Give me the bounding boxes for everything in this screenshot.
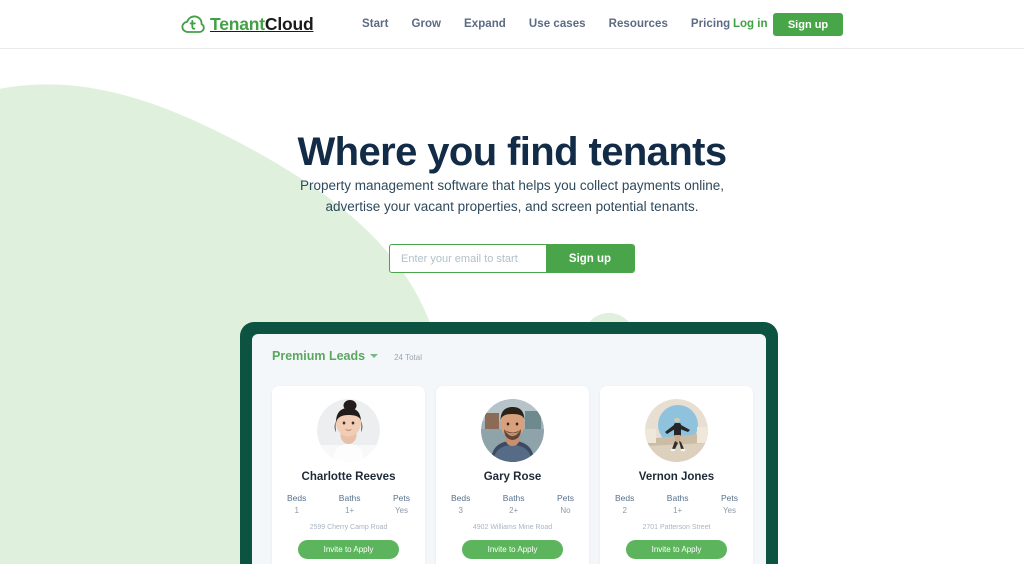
spec-value-baths: 1+ <box>673 506 683 515</box>
email-field[interactable] <box>390 245 546 272</box>
device-mockup-frame: Premium Leads 24 Total Charlotte Reeves … <box>240 322 778 564</box>
nav-item-start[interactable]: Start <box>362 18 388 30</box>
lead-card[interactable]: Vernon Jones Beds 2 Baths 1+ Pets Yes 27… <box>600 386 753 564</box>
lead-name: Charlotte Reeves <box>301 471 396 483</box>
nav-item-expand[interactable]: Expand <box>464 18 506 30</box>
logo-wordmark: TenantCloud <box>210 14 314 35</box>
hero-subtitle-line-1: Property management software that helps … <box>300 178 724 193</box>
spec-label-baths: Baths <box>666 493 689 503</box>
hero-subtitle-line-2: advertise your vacant properties, and sc… <box>325 198 699 214</box>
spec-label-baths: Baths <box>502 493 525 503</box>
spec-value-beds: 2 <box>622 506 627 515</box>
spec-value-pets: Yes <box>394 506 408 515</box>
premium-leads-title[interactable]: Premium Leads <box>272 349 365 363</box>
header-signup-button[interactable]: Sign up <box>773 13 843 36</box>
lead-card[interactable]: Gary Rose Beds 3 Baths 2+ Pets No 4902 W… <box>436 386 589 564</box>
nav-item-pricing[interactable]: Pricing <box>691 18 730 30</box>
site-header: TenantCloud Start Grow Expand Use cases … <box>0 0 1024 49</box>
spec-beds: Beds 1 <box>287 493 306 515</box>
invite-to-apply-button[interactable]: Invite to Apply <box>298 540 399 559</box>
spec-label-beds: Beds <box>615 493 635 503</box>
hero-signup-button[interactable]: Sign up <box>546 245 634 272</box>
lead-specs: Beds 1 Baths 1+ Pets Yes <box>287 493 410 515</box>
spec-baths: Baths 2+ <box>503 493 525 515</box>
lead-specs: Beds 2 Baths 1+ Pets Yes <box>615 493 738 515</box>
spec-beds: Beds 2 <box>615 493 634 515</box>
spec-beds: Beds 3 <box>451 493 470 515</box>
hero-subtitle: Property management software that helps … <box>0 176 1024 218</box>
landing-page: TenantCloud Start Grow Expand Use cases … <box>0 0 1024 564</box>
spec-value-beds: 3 <box>458 506 463 515</box>
spec-label-beds: Beds <box>287 493 307 503</box>
lead-address: 2701 Patterson Street <box>642 524 711 531</box>
nav-item-grow[interactable]: Grow <box>411 18 441 30</box>
avatar <box>317 399 380 462</box>
logo-link[interactable]: TenantCloud <box>181 13 314 37</box>
spec-pets: Pets Yes <box>721 493 738 515</box>
app-screen: Premium Leads 24 Total Charlotte Reeves … <box>252 334 766 564</box>
avatar <box>645 399 708 462</box>
lead-address: 4902 Williams Mine Road <box>472 524 553 531</box>
login-link[interactable]: Log in <box>733 18 768 30</box>
lead-card-list: Charlotte Reeves Beds 1 Baths 1+ Pets Ye <box>272 386 753 564</box>
logo-text-cloud: Cloud <box>264 14 314 35</box>
invite-to-apply-button[interactable]: Invite to Apply <box>462 540 563 559</box>
spec-value-baths: 2+ <box>509 506 519 515</box>
spec-value-pets: No <box>560 506 571 515</box>
lead-name: Gary Rose <box>483 471 542 483</box>
lead-address: 2599 Cherry Camp Road <box>309 524 388 531</box>
nav-item-resources[interactable]: Resources <box>609 18 668 30</box>
spec-pets: Pets Yes <box>393 493 410 515</box>
invite-to-apply-button[interactable]: Invite to Apply <box>626 540 727 559</box>
email-signup-form: Sign up <box>389 244 635 273</box>
lead-name: Vernon Jones <box>638 471 715 483</box>
spec-label-pets: Pets <box>720 493 738 503</box>
page-title: Where you find tenants <box>297 130 727 174</box>
main-navigation: Start Grow Expand Use cases Resources Pr… <box>362 18 730 30</box>
spec-label-baths: Baths <box>338 493 361 503</box>
spec-baths: Baths 1+ <box>667 493 689 515</box>
spec-value-baths: 1+ <box>345 506 355 515</box>
nav-item-use-cases[interactable]: Use cases <box>529 18 586 30</box>
chevron-down-icon[interactable] <box>370 354 379 358</box>
lead-specs: Beds 3 Baths 2+ Pets No <box>451 493 574 515</box>
spec-value-beds: 1 <box>294 506 299 515</box>
spec-label-beds: Beds <box>451 493 471 503</box>
spec-baths: Baths 1+ <box>339 493 361 515</box>
lead-card[interactable]: Charlotte Reeves Beds 1 Baths 1+ Pets Ye <box>272 386 425 564</box>
app-screen-header: Premium Leads 24 Total <box>272 349 422 363</box>
spec-pets: Pets No <box>557 493 574 515</box>
spec-label-pets: Pets <box>392 493 410 503</box>
logo-text-tenant: Tenant <box>210 14 265 35</box>
leads-total-count: 24 Total <box>394 353 422 362</box>
spec-label-pets: Pets <box>556 493 574 503</box>
avatar <box>481 399 544 462</box>
spec-value-pets: Yes <box>722 506 736 515</box>
cloud-logo-icon <box>181 15 205 33</box>
